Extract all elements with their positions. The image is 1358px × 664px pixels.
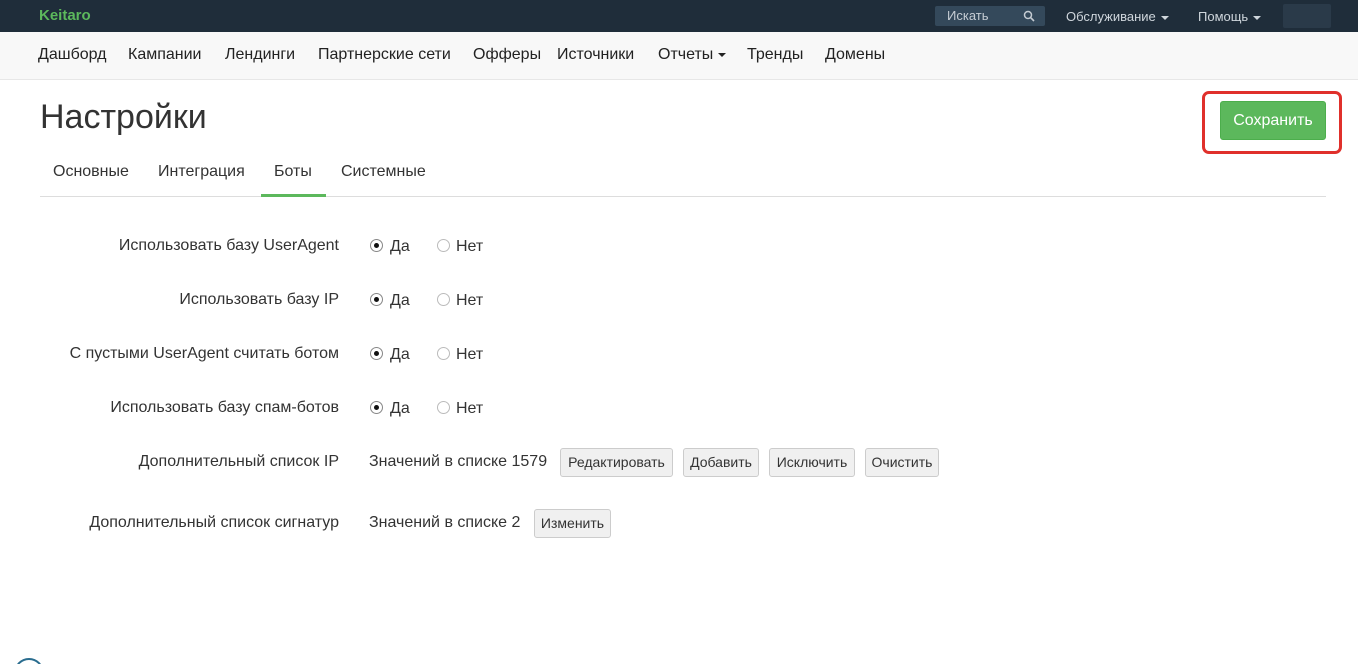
help-menu[interactable]: Помощь: [1198, 9, 1262, 24]
search-icon[interactable]: [1023, 10, 1035, 22]
nav-item-landings[interactable]: Лендинги: [225, 46, 295, 64]
brand-logo[interactable]: Keitaro: [39, 7, 91, 24]
search-input[interactable]: Искать: [947, 8, 989, 23]
ip-db-yes-label[interactable]: Да: [390, 292, 410, 310]
tab-system[interactable]: Системные: [341, 163, 426, 181]
spam-bots-db-no-label[interactable]: Нет: [456, 400, 483, 418]
useragent-db-yes-radio[interactable]: [370, 239, 383, 252]
chevron-down-icon: [1253, 15, 1262, 20]
ip-list-add-button[interactable]: Добавить: [683, 448, 759, 477]
nav-item-campaigns[interactable]: Кампании: [128, 46, 202, 64]
tab-bots[interactable]: Боты: [274, 163, 312, 181]
ip-list-label: Дополнительный список IP: [138, 453, 339, 470]
nav-item-sources[interactable]: Источники: [557, 46, 634, 64]
page-title: Настройки: [40, 98, 207, 136]
chevron-down-icon: [1160, 15, 1169, 20]
service-menu[interactable]: Обслуживание: [1066, 9, 1169, 24]
spam-bots-db-no-radio[interactable]: [437, 401, 450, 414]
ip-db-label: Использовать базу IP: [179, 291, 339, 308]
signature-list-label: Дополнительный список сигнатур: [89, 514, 339, 531]
nav-item-trends[interactable]: Тренды: [747, 46, 803, 64]
settings-tabs: Основные Интеграция Боты Системные: [40, 153, 1326, 197]
signature-list-edit-button[interactable]: Изменить: [534, 509, 611, 538]
service-menu-label: Обслуживание: [1066, 9, 1156, 24]
active-tab-indicator: [261, 194, 326, 197]
user-avatar[interactable]: [1283, 4, 1331, 28]
empty-useragent-no-label[interactable]: Нет: [456, 346, 483, 364]
main-nav: Дашборд Кампании Лендинги Партнерские се…: [0, 32, 1358, 80]
nav-item-offers[interactable]: Офферы: [473, 46, 541, 64]
spam-bots-db-yes-label[interactable]: Да: [390, 400, 410, 418]
useragent-db-no-radio[interactable]: [437, 239, 450, 252]
signature-list-count: Значений в списке 2: [369, 514, 521, 531]
nav-item-reports[interactable]: Отчеты: [658, 46, 727, 64]
top-bar: Keitaro Искать Обслуживание Помощь: [0, 0, 1358, 32]
empty-useragent-yes-radio[interactable]: [370, 347, 383, 360]
spam-bots-db-label: Использовать базу спам-ботов: [110, 399, 339, 416]
ip-db-yes-radio[interactable]: [370, 293, 383, 306]
useragent-db-no-label[interactable]: Нет: [456, 238, 483, 256]
ip-db-no-radio[interactable]: [437, 293, 450, 306]
ip-list-exclude-button[interactable]: Исключить: [769, 448, 855, 477]
tab-integration[interactable]: Интеграция: [158, 163, 245, 181]
ip-list-clear-button[interactable]: Очистить: [865, 448, 939, 477]
nav-item-affiliate-networks[interactable]: Партнерские сети: [318, 46, 451, 64]
chevron-down-icon: [718, 52, 727, 57]
ip-list-edit-button[interactable]: Редактировать: [560, 448, 673, 477]
empty-useragent-yes-label[interactable]: Да: [390, 346, 410, 364]
ip-db-no-label[interactable]: Нет: [456, 292, 483, 310]
reports-label: Отчеты: [658, 46, 714, 63]
tab-general[interactable]: Основные: [53, 163, 129, 181]
useragent-db-label: Использовать базу UserAgent: [118, 237, 339, 254]
empty-useragent-label: С пустыми UserAgent считать ботом: [69, 345, 339, 362]
empty-useragent-no-radio[interactable]: [437, 347, 450, 360]
useragent-db-yes-label[interactable]: Да: [390, 238, 410, 256]
nav-item-dashboard[interactable]: Дашборд: [38, 46, 107, 64]
help-widget-icon[interactable]: [14, 658, 44, 664]
search-box[interactable]: Искать: [935, 6, 1045, 26]
save-button[interactable]: Сохранить: [1220, 101, 1326, 140]
help-menu-label: Помощь: [1198, 9, 1249, 24]
nav-item-domains[interactable]: Домены: [825, 46, 885, 64]
spam-bots-db-yes-radio[interactable]: [370, 401, 383, 414]
ip-list-count: Значений в списке 1579: [369, 453, 548, 470]
